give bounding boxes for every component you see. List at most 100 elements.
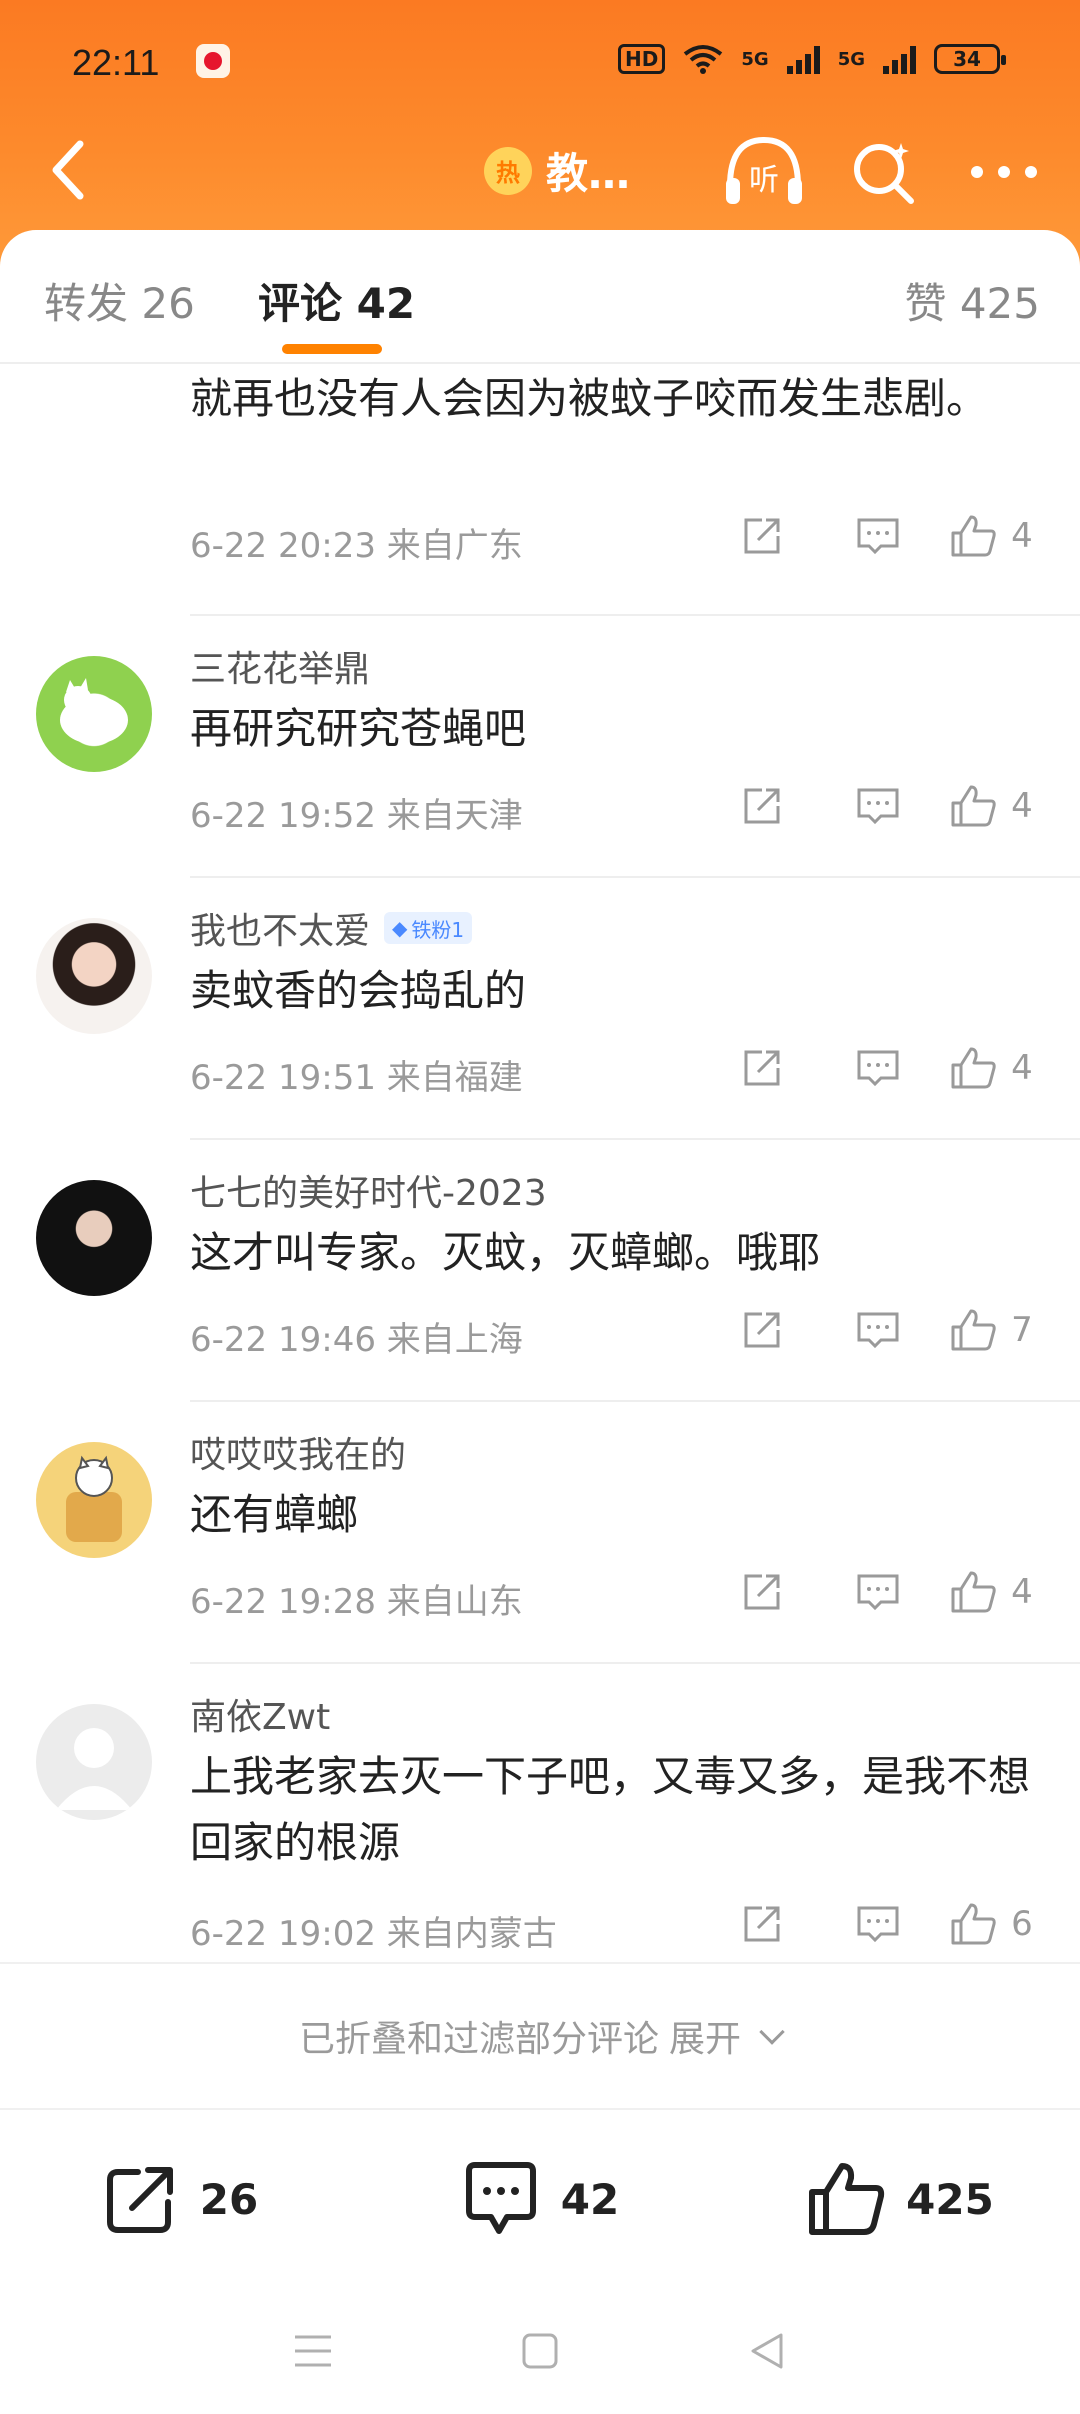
status-bar: 22:11 HD 5G 5G 34 [0,0,1080,130]
comment-author[interactable]: 我也不太爱 ◆ 铁粉1 [190,902,473,954]
share-icon [106,2167,173,2233]
share-icon [744,788,780,824]
avatar[interactable] [36,1704,152,1820]
like-button[interactable]: 4 [936,1562,1046,1622]
comment-meta: 6-22 19:51 来自福建 [190,1058,523,1098]
system-navigation-bar [0,2288,1080,2414]
topic-title[interactable]: 热 教… [484,140,630,201]
avatar[interactable] [36,656,152,772]
comment-text: 再研究研究苍蝇吧 [190,704,527,753]
comment-text: 上我老家去灭一下子吧，又毒又多，是我不想回家的根源 [190,1752,1031,1867]
avatar[interactable] [36,1442,152,1558]
like-button[interactable]: 4 [936,1038,1046,1098]
share-button[interactable] [704,1038,820,1098]
search-button[interactable] [842,130,926,214]
fan-badge: ◆ 铁粉1 [384,912,473,944]
comment-icon [857,1050,899,1087]
bottom-repost-button[interactable]: 26 [0,2110,360,2288]
fan-badge-label: 铁粉1 [411,917,465,942]
weibo-notification-icon [196,44,230,78]
share-icon [744,1312,780,1348]
folded-comments-row[interactable]: 已折叠和过滤部分评论 展开 [0,1962,1080,2110]
listen-button[interactable]: 听 [722,130,806,214]
status-time: 22:11 [72,42,160,83]
comment-author[interactable]: 南依Zwt [190,1688,330,1740]
comment-meta: 6-22 19:52 来自天津 [190,796,523,836]
diamond-icon: ◆ [392,916,408,940]
like-button[interactable]: 4 [936,776,1046,836]
comment-meta: 6-22 20:23 来自广东 [190,526,523,566]
comment-meta: 6-22 19:28 来自山东 [190,1582,523,1622]
default-avatar-icon [56,1728,132,1810]
reply-button[interactable] [820,506,936,566]
bottom-like-button[interactable]: 425 [720,2110,1080,2288]
folded-comments-text: 已折叠和过滤部分评论 [298,2019,659,2060]
reply-button[interactable] [820,1038,936,1098]
share-icon [744,1574,780,1610]
comment-author[interactable]: 七七的美好时代-2023 [190,1164,547,1216]
share-button[interactable] [704,1562,820,1622]
muscle-cat-avatar-image [66,1455,122,1542]
network-label-2: 5G [837,48,865,70]
home-nav-button[interactable] [500,2311,580,2391]
comment-author-name: 三花花举鼎 [190,649,371,690]
comment-author[interactable]: 三花花举鼎 [190,640,370,692]
comment-item: 我也不太爱 ◆ 铁粉1 卖蚊香的会捣乱的 6-22 19:51 来自福建 4 [0,878,1080,1140]
like-count: 4 [1011,516,1033,556]
share-icon [744,518,780,554]
tab-repost[interactable]: 转发 26 [44,270,195,331]
share-icon [744,1050,780,1086]
like-count: 6 [1011,1904,1033,1944]
thumbs-up-icon [809,2163,885,2235]
comment-icon [857,1574,899,1611]
share-button[interactable] [704,1300,820,1360]
wifi-icon [684,45,723,74]
menu-icon [295,2335,332,2367]
more-dots-icon [971,166,1037,178]
tab-comment[interactable]: 评论 42 [258,279,415,328]
nav-bar: 热 教… 听 [0,130,1080,230]
like-count: 4 [1011,1572,1033,1612]
comment-author[interactable]: 哎哎哎我在的 [190,1426,406,1478]
avatar[interactable] [36,918,152,1034]
search-icon [854,143,914,204]
avatar[interactable] [36,1180,152,1296]
chevron-down-icon [759,2019,785,2045]
thumbs-up-icon [951,1047,996,1089]
expand-link[interactable]: 展开 [669,2010,741,2062]
reply-button[interactable] [820,776,936,836]
reply-button[interactable] [820,1894,936,1954]
comment-meta: 6-22 19:02 来自内蒙古 [190,1914,557,1954]
comment-item: 南依Zwt 上我老家去灭一下子吧，又毒又多，是我不想回家的根源 6-22 19:… [0,1664,1080,1994]
comment-item: 就再也没有人会因为被蚊子咬而发生悲剧。 6-22 20:23 来自广东 4 [0,366,1080,616]
like-button[interactable]: 4 [936,506,1046,566]
reply-button[interactable] [820,1562,936,1622]
comment-item: 哎哎哎我在的 还有蟑螂 6-22 19:28 来自山东 4 [0,1402,1080,1664]
chevron-left-icon [52,140,84,200]
thumbs-up-icon [951,515,996,557]
back-button[interactable] [40,130,100,210]
bottom-comment-button[interactable]: 42 [360,2110,720,2288]
reply-button[interactable] [820,1300,936,1360]
comment-author-name: 七七的美好时代-2023 [190,1173,547,1214]
back-nav-button[interactable] [727,2311,807,2391]
comment-author-name: 南依Zwt [190,1697,331,1738]
share-button[interactable] [704,776,820,836]
home-square-icon [522,2333,558,2369]
share-button[interactable] [704,1894,820,1954]
comment-text: 卖蚊香的会捣乱的 [190,966,527,1015]
bottom-comment-count: 42 [560,2174,620,2224]
comment-icon [857,1906,899,1943]
share-button[interactable] [704,506,820,566]
signal-icon [786,44,820,74]
more-button[interactable] [962,130,1046,214]
like-button[interactable]: 6 [936,1894,1046,1954]
battery-icon: 34 [934,44,1006,74]
hot-badge-icon: 热 [484,146,532,195]
tab-likes[interactable]: 赞 425 [904,270,1040,331]
menu-nav-button[interactable] [273,2311,353,2391]
like-button[interactable]: 7 [936,1300,1046,1360]
comment-icon [857,788,899,825]
bottom-like-count: 425 [906,2174,994,2224]
tab-bar: 转发 26 评论 42 赞 425 [0,230,1080,364]
